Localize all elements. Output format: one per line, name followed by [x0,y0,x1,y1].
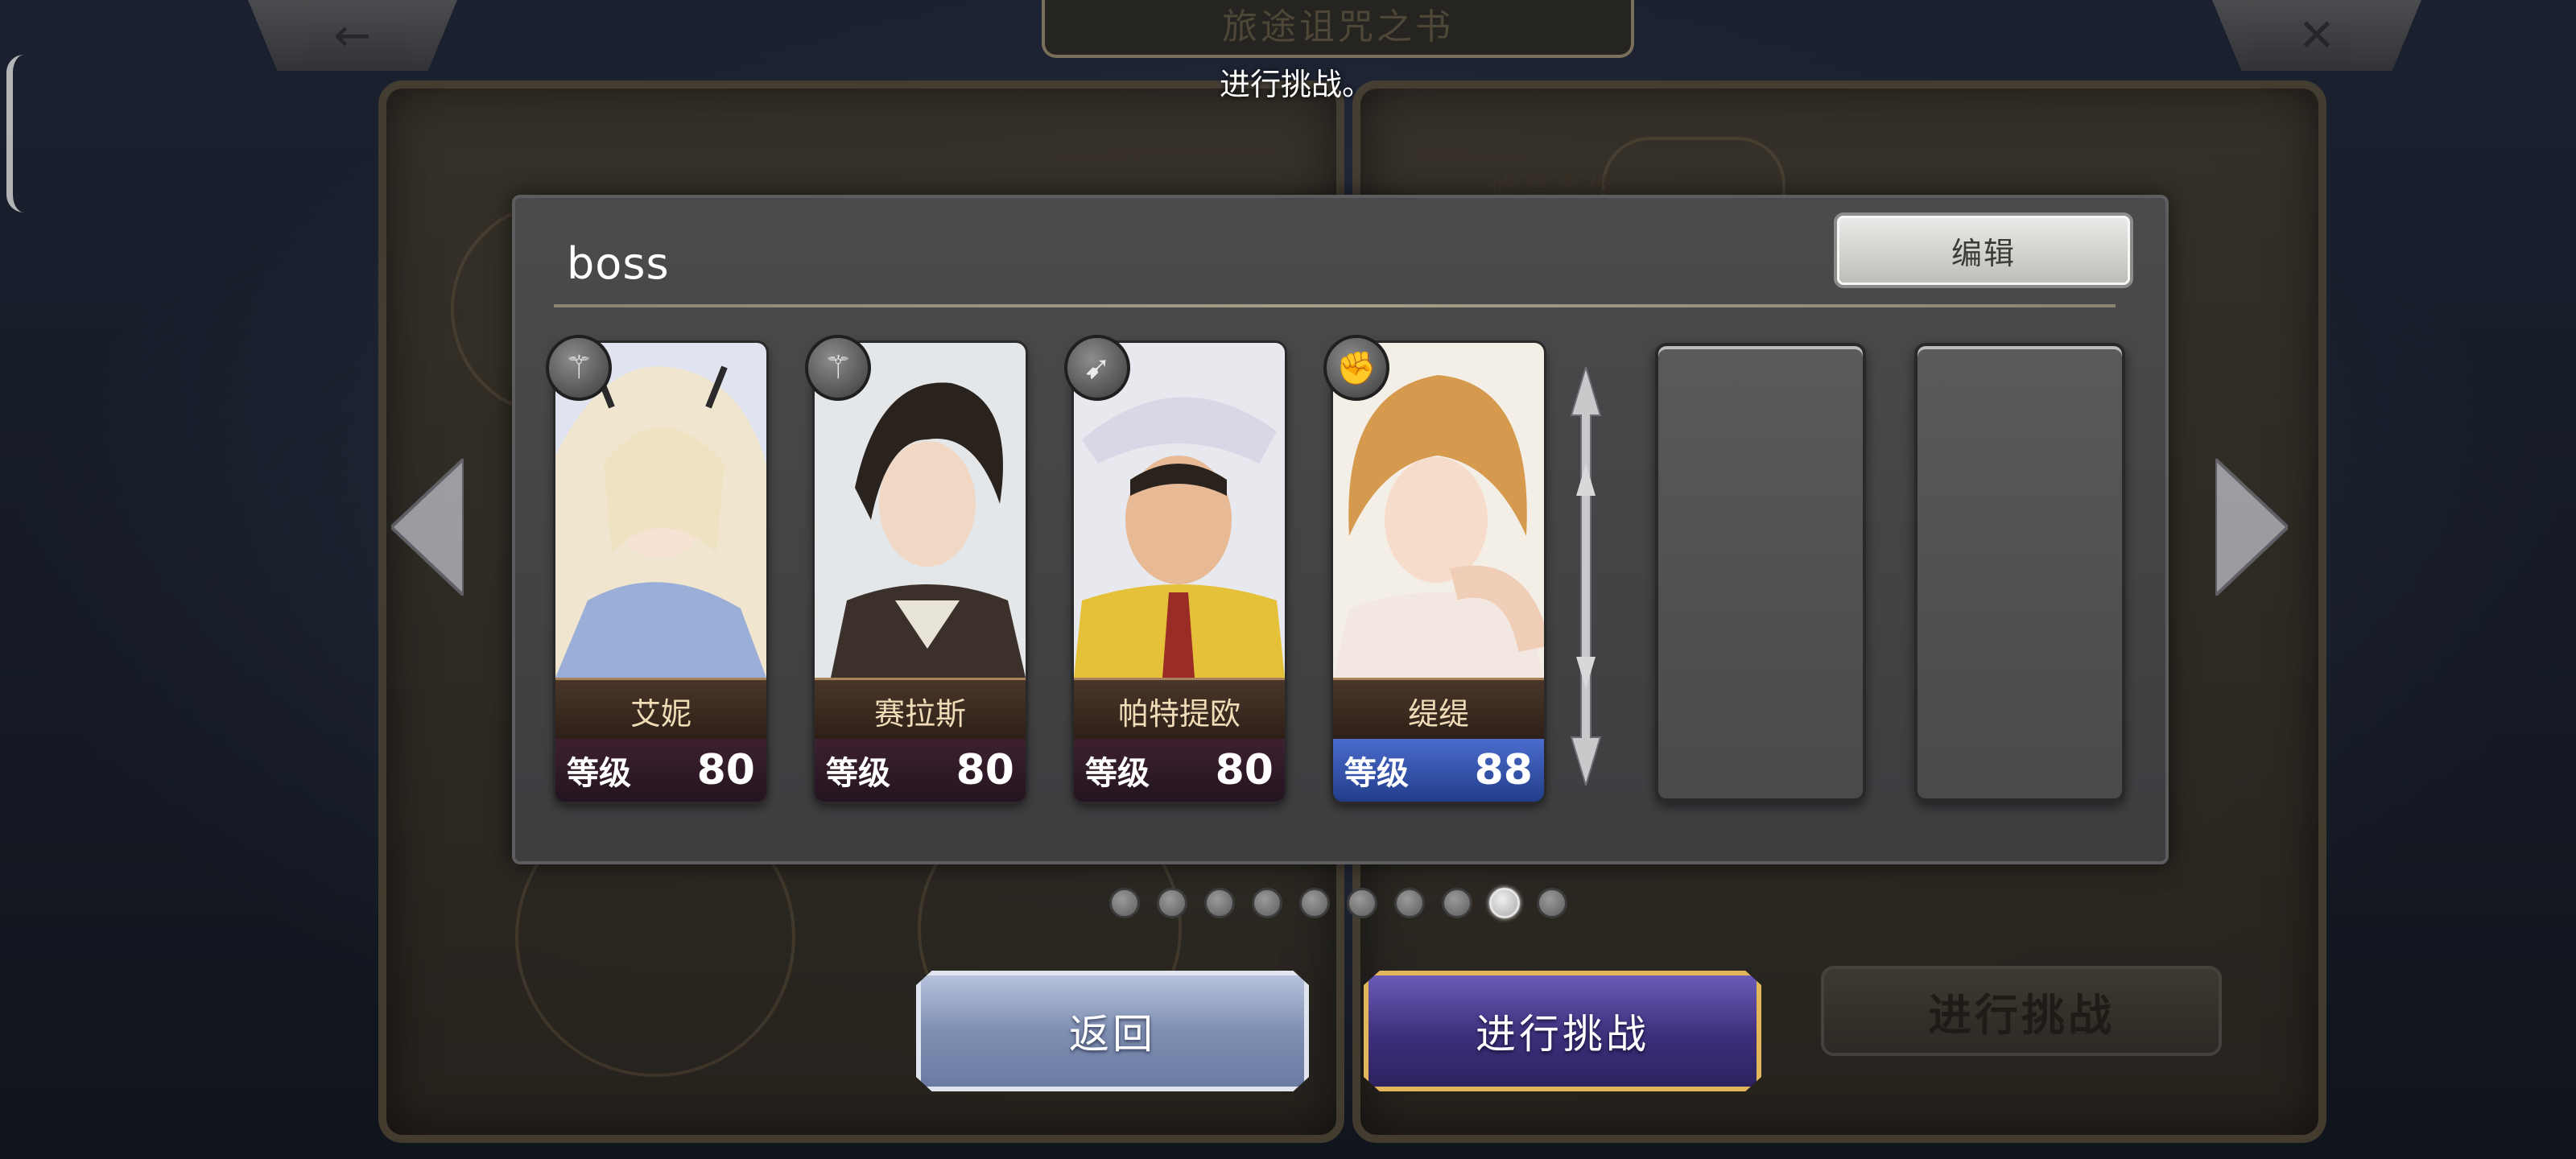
team-name[interactable]: boss [567,238,670,289]
character-card-3[interactable]: 帕特提欧 等级 80 [1074,343,1285,802]
level-bar: 等级 80 [1074,739,1285,802]
character-card-2[interactable]: 赛拉斯 等级 80 [815,343,1026,802]
staff-icon: ⚚ [546,335,612,401]
character-card-1[interactable]: 艾妮 等级 80 [555,343,766,802]
team-panel: boss 编辑 ⚚ 艾妮 等级 80 ⚚ 赛拉斯 等级 80 ➹ 帕特提欧 等级… [512,195,2169,864]
character-name: 帕特提欧 [1074,678,1285,744]
character-name: 艾妮 [555,678,766,744]
empty-slot-2[interactable] [1914,343,2125,802]
level-value: 80 [696,746,755,794]
next-page-arrow-icon[interactable] [2215,459,2288,596]
page-dot[interactable] [1204,888,1235,918]
bow-icon: ➹ [1064,335,1130,401]
toast-message: 进行挑战。 [1219,67,1373,102]
level-label: 等级 [1085,755,1150,792]
fist-icon: ✊ [1323,335,1389,401]
page-dot[interactable] [1252,888,1282,918]
level-label: 等级 [826,755,890,792]
level-bar: 等级 80 [815,739,1026,802]
prev-page-arrow-icon[interactable] [391,459,464,596]
divider [554,304,2116,307]
level-value: 80 [956,746,1014,794]
close-icon: ✕ [2297,9,2336,62]
page-dot[interactable] [1347,888,1377,918]
back-arrow-icon: ← [333,9,372,62]
edit-button[interactable]: 编辑 [1834,212,2133,288]
staff-icon: ⚚ [805,335,871,401]
back-arrow-button[interactable]: ← [248,0,457,71]
edge-handle [6,55,24,212]
background-challenge-button: 进行挑战 [1821,966,2222,1056]
page-dot[interactable] [1299,888,1330,918]
page-indicator [1109,887,1576,919]
level-bar: 等级 80 [555,739,766,802]
character-name: 缇缇 [1333,678,1544,744]
level-label: 等级 [1344,755,1409,792]
page-dot[interactable] [1109,888,1140,918]
page-dot-active[interactable] [1489,888,1520,918]
level-value: 88 [1474,746,1533,794]
empty-slot-1[interactable] [1655,343,1866,802]
front-back-divider-icon [1570,367,1602,786]
page-dot[interactable] [1442,888,1472,918]
page-dot[interactable] [1537,888,1567,918]
book-title: 旅途诅咒之书 [1042,0,1634,58]
character-card-4[interactable]: 缇缇 等级 88 [1333,343,1544,802]
return-button[interactable]: 返回 [916,971,1309,1091]
close-button[interactable]: ✕ [2212,0,2421,71]
level-label: 等级 [567,755,631,792]
character-name: 赛拉斯 [815,678,1026,744]
page-dot[interactable] [1157,888,1187,918]
level-bar: 等级 88 [1333,739,1544,802]
page-dot[interactable] [1394,888,1425,918]
start-challenge-button[interactable]: 进行挑战 [1364,971,1761,1091]
level-value: 80 [1215,746,1274,794]
